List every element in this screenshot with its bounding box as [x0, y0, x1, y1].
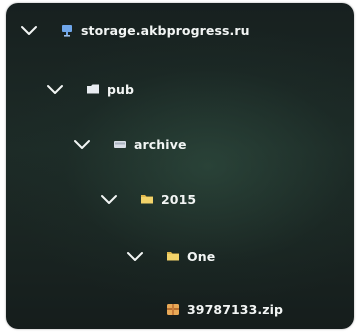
tree-node-label: One	[187, 248, 216, 264]
chevron-down-icon[interactable]	[46, 83, 64, 95]
tree-node-root[interactable]: storage.akbprogress.ru	[20, 15, 250, 45]
chevron-down-icon[interactable]	[126, 250, 144, 262]
chevron-down-icon[interactable]	[20, 24, 38, 36]
folder-icon	[86, 83, 100, 95]
chevron-down-icon[interactable]	[73, 138, 91, 150]
server-icon	[60, 24, 74, 37]
tree-node-label: storage.akbprogress.ru	[81, 22, 250, 38]
tree-node-pub[interactable]: pub	[46, 74, 134, 104]
zip-archive-icon	[166, 303, 180, 315]
drive-icon	[113, 138, 127, 150]
chevron-down-icon[interactable]	[100, 193, 118, 205]
file-tree-panel: storage.akbprogress.ru pub archive 2015	[6, 3, 354, 329]
tree-node-label: archive	[134, 136, 187, 152]
folder-icon	[140, 193, 154, 205]
tree-node-archive[interactable]: archive	[73, 129, 187, 159]
tree-node-label: 2015	[161, 191, 197, 207]
tree-node-one[interactable]: One	[126, 241, 215, 271]
folder-icon	[166, 250, 180, 262]
tree-node-2015[interactable]: 2015	[100, 184, 196, 214]
tree-node-label: 39787133.zip	[187, 301, 284, 317]
tree-file-zip[interactable]: 39787133.zip	[166, 294, 283, 324]
tree-node-label: pub	[107, 81, 135, 97]
